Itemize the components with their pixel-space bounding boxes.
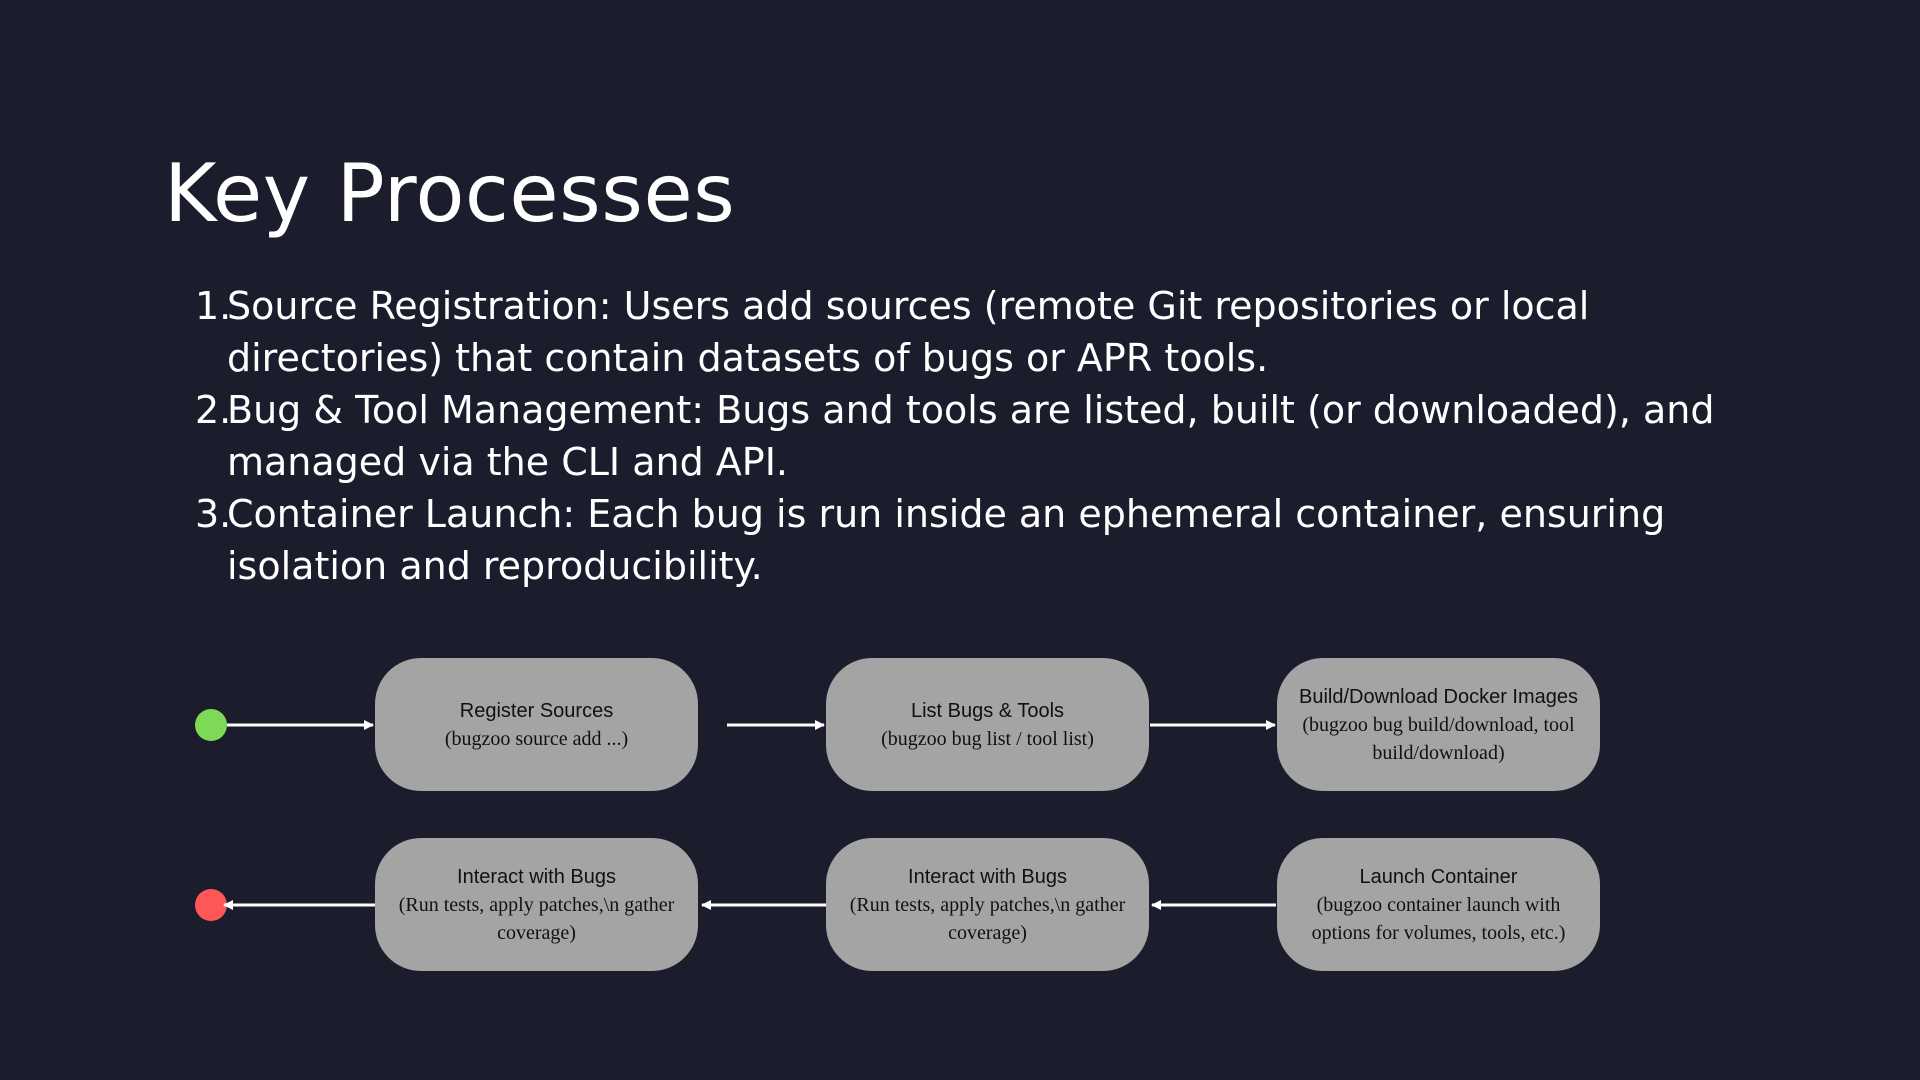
node-interact-with-bugs-middle: Interact with Bugs (Run tests, apply pat…	[826, 838, 1149, 971]
node-title: Interact with Bugs	[457, 865, 616, 888]
node-title: Build/Download Docker Images	[1298, 685, 1579, 708]
node-subtitle: (Run tests, apply patches,\n gather cove…	[849, 893, 1126, 944]
node-subtitle: (bugzoo bug build/download, tool build/d…	[1302, 713, 1575, 764]
node-launch-container: Launch Container (bugzoo container launc…	[1277, 838, 1600, 971]
node-title: Launch Container	[1359, 865, 1518, 888]
node-title: List Bugs & Tools	[910, 699, 1065, 722]
node-build-download-images: Build/Download Docker Images (bugzoo bug…	[1277, 658, 1600, 791]
node-register-sources: Register Sources (bugzoo source add ...)	[375, 658, 698, 791]
end-node	[195, 889, 227, 921]
start-node	[195, 709, 227, 741]
node-subtitle: (bugzoo container launch with options fo…	[1311, 893, 1566, 944]
node-subtitle: (bugzoo bug list / tool list)	[881, 727, 1094, 750]
node-subtitle: (bugzoo source add ...)	[444, 727, 629, 750]
node-subtitle: (Run tests, apply patches,\n gather cove…	[398, 893, 675, 944]
node-title: Interact with Bugs	[908, 865, 1067, 888]
node-interact-with-bugs-left: Interact with Bugs (Run tests, apply pat…	[375, 838, 698, 971]
node-title: Register Sources	[459, 699, 614, 722]
node-list-bugs-tools: List Bugs & Tools (bugzoo bug list / too…	[826, 658, 1149, 791]
